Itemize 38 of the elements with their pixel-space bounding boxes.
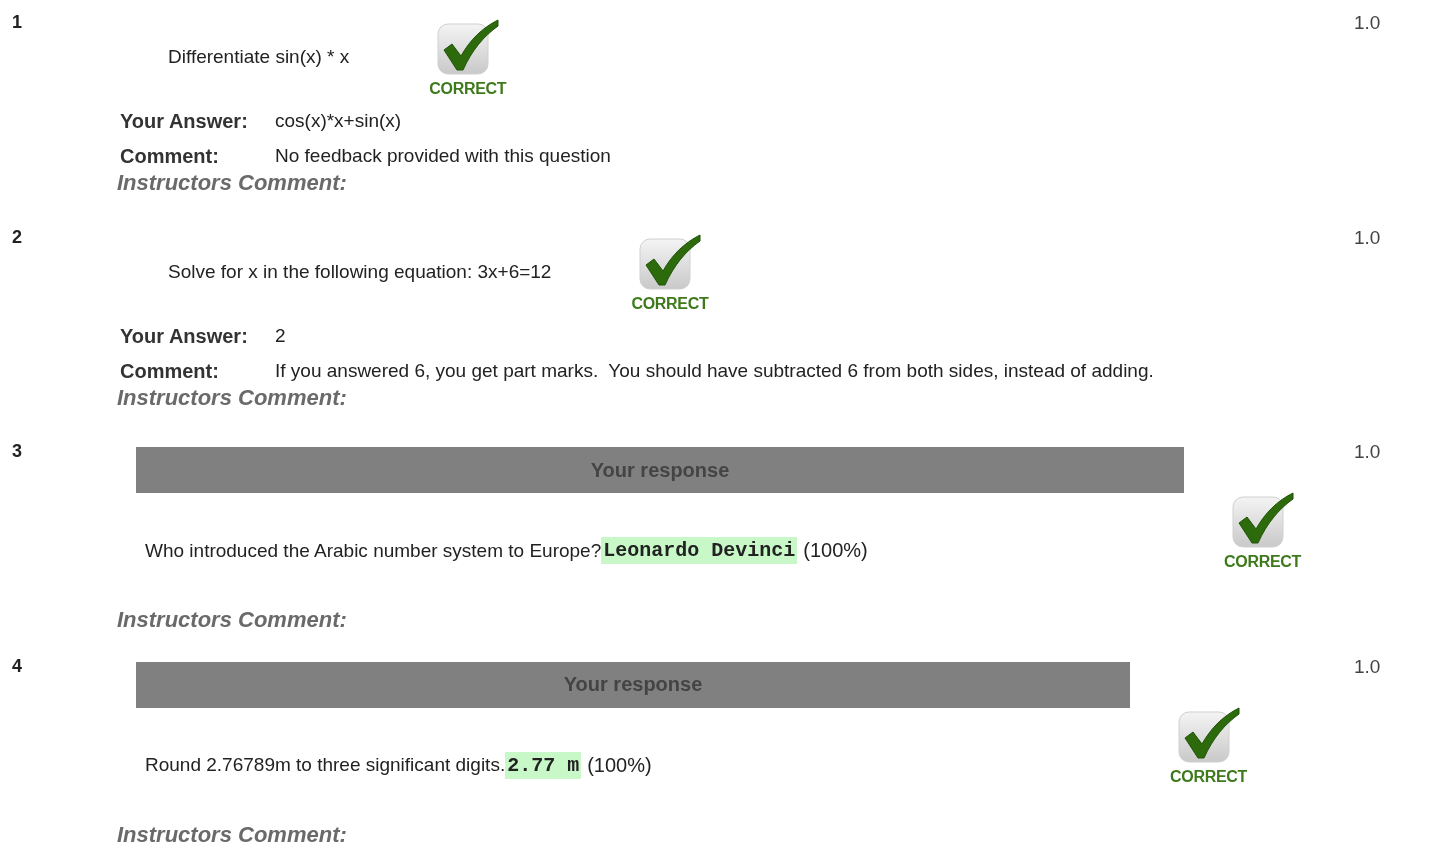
question-text: Round 2.76789m to three significant digits. <box>145 754 506 776</box>
instructor-comment-label: Instructors Comment: <box>116 170 347 196</box>
comment-label: Comment: <box>120 145 220 168</box>
checkmark-icon <box>435 18 500 76</box>
answer-highlight: Leonardo Devinci <box>601 537 798 564</box>
question-number: 1 <box>11 11 23 33</box>
instructor-comment-label: Instructors Comment: <box>116 607 347 633</box>
instructor-comment-label: Instructors Comment: <box>116 821 347 848</box>
comment-text: If you answered 6, you get part marks. You should have subtracted 6 from both sides, instead of adding. <box>275 359 1155 383</box>
question-text: Differentiate sin(x) * x <box>168 45 350 68</box>
comment-label: Comment: <box>120 359 220 383</box>
percent-text: (100%) <box>587 753 652 777</box>
result-label: CORRECT <box>631 294 709 313</box>
checkmark-icon <box>1176 705 1241 764</box>
response-header: Your response <box>136 661 1130 708</box>
result-label: CORRECT <box>429 80 507 98</box>
answer-label: Your Answer: <box>120 324 249 348</box>
answer-highlight: 2.77 m <box>505 751 582 779</box>
checkmark-icon <box>637 232 702 291</box>
question-text: Who introduced the Arabic number system to Europe? <box>145 539 602 562</box>
score-text: 1.0 <box>1354 654 1381 678</box>
answer-text: 2 <box>275 324 287 348</box>
question-number: 2 <box>11 225 23 248</box>
result-label: CORRECT <box>1224 553 1301 571</box>
score-text: 1.0 <box>1354 440 1381 463</box>
score-text: 1.0 <box>1354 11 1381 34</box>
checkmark-icon <box>1230 491 1295 549</box>
question-number: 3 <box>11 440 23 462</box>
instructor-comment-label: Instructors Comment: <box>116 384 347 411</box>
question-number: 4 <box>11 654 23 677</box>
response-header: Your response <box>136 447 1184 493</box>
answer-label: Your Answer: <box>120 110 249 133</box>
answer-text: cos(x)*x+sin(x) <box>275 110 403 133</box>
result-label: CORRECT <box>1170 767 1247 786</box>
question-text: Solve for x in the following equation: 3x+6=12 <box>168 259 552 283</box>
comment-text: No feedback provided with this question <box>275 145 612 168</box>
percent-text: (100%) <box>803 539 868 562</box>
score-text: 1.0 <box>1354 225 1381 249</box>
